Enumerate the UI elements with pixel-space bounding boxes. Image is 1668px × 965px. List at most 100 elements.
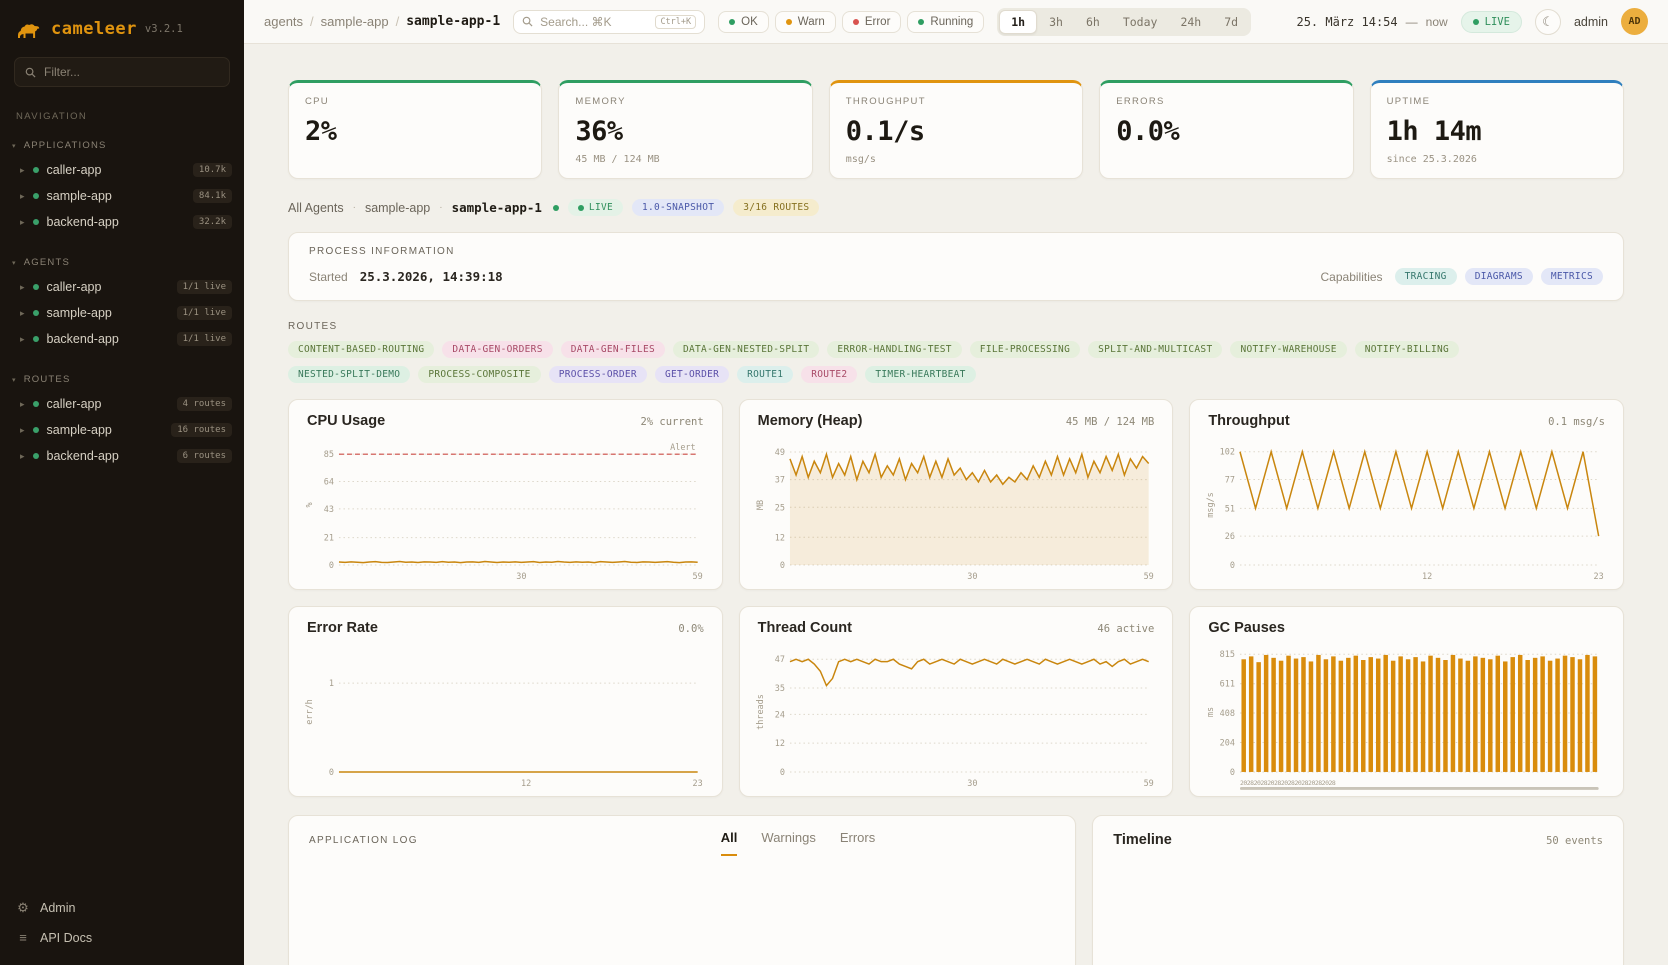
dark-mode-toggle[interactable]: ☾ (1535, 9, 1561, 35)
metric-card-throughput: THROUGHPUT 0.1/s msg/s (829, 80, 1083, 179)
status-filter-error[interactable]: Error (842, 11, 902, 33)
sidebar-filter[interactable] (14, 57, 230, 87)
status-filter-group: OK Warn Error Running (718, 11, 984, 33)
route-pill-split-and-multicast[interactable]: SPLIT-AND-MULTICAST (1088, 341, 1222, 358)
sidebar-item-routes-backend-app[interactable]: ▸ backend-app 6 routes (0, 443, 244, 469)
footer-item-api-docs[interactable]: ≡ API Docs (16, 930, 228, 945)
item-badge: 1/1 live (177, 306, 232, 320)
sidebar-item-routes-sample-app[interactable]: ▸ sample-app 16 routes (0, 417, 244, 443)
content: CPU 2% MEMORY 36% 45 MB / 124 MB THROUGH… (244, 44, 1668, 965)
log-tab-warnings[interactable]: Warnings (761, 830, 815, 856)
avatar[interactable]: AD (1621, 8, 1648, 35)
log-title: APPLICATION LOG (309, 835, 418, 856)
svg-text:47: 47 (774, 655, 784, 665)
route-pill-notify-billing[interactable]: NOTIFY-BILLING (1355, 341, 1459, 358)
topbar: agents/sample-app/sample-app-1 Ctrl+K OK… (244, 0, 1668, 44)
range-button-today[interactable]: Today (1112, 10, 1169, 34)
app-version: v3.2.1 (145, 23, 183, 35)
sidebar-item-agents-backend-app[interactable]: ▸ backend-app 1/1 live (0, 326, 244, 352)
svg-text:0: 0 (780, 561, 785, 571)
global-search[interactable]: Ctrl+K (513, 10, 705, 34)
main-area: agents/sample-app/sample-app-1 Ctrl+K OK… (244, 0, 1668, 965)
route-pill-route2[interactable]: ROUTE2 (801, 366, 857, 383)
sidebar-item-applications-backend-app[interactable]: ▸ backend-app 32.2k (0, 209, 244, 235)
route-pill-data-gen-orders[interactable]: DATA-GEN-ORDERS (442, 341, 552, 358)
range-button-1h[interactable]: 1h (999, 10, 1037, 34)
chevron-right-icon: ▸ (20, 165, 25, 176)
sidebar-section-agents[interactable]: ▾AGENTS (0, 253, 244, 274)
agent-badge-live: LIVE (568, 199, 623, 216)
chevron-right-icon: ▸ (20, 308, 25, 319)
agent-crumb-all-agents[interactable]: All Agents (288, 201, 344, 215)
route-pill-nested-split-demo[interactable]: NESTED-SPLIT-DEMO (288, 366, 410, 383)
item-badge: 6 routes (177, 449, 232, 463)
log-tab-errors[interactable]: Errors (840, 830, 875, 856)
chevron-right-icon: ▸ (20, 425, 25, 436)
route-pill-error-handling-test[interactable]: ERROR-HANDLING-TEST (827, 341, 961, 358)
status-dot-icon (33, 193, 39, 199)
metric-label: ERRORS (1116, 96, 1336, 107)
svg-text:0: 0 (329, 768, 334, 778)
status-filter-warn[interactable]: Warn (775, 11, 836, 33)
caret-down-icon: ▾ (12, 142, 17, 150)
svg-text:77: 77 (1225, 475, 1235, 485)
logo[interactable]: cameleer v3.2.1 (0, 0, 244, 55)
metric-card-uptime: UPTIME 1h 14m since 25.3.2026 (1370, 80, 1624, 179)
sidebar-section-applications[interactable]: ▾APPLICATIONS (0, 136, 244, 157)
svg-text:25: 25 (774, 503, 784, 513)
breadcrumb-item[interactable]: sample-app (321, 14, 389, 29)
footer-label: API Docs (40, 931, 92, 945)
status-filter-ok[interactable]: OK (718, 11, 769, 33)
caret-down-icon: ▾ (12, 259, 17, 267)
log-tab-all[interactable]: All (721, 830, 738, 856)
filter-input[interactable] (44, 65, 219, 79)
svg-text:MB: MB (756, 500, 766, 510)
chart-meta: 0.1 msg/s (1548, 416, 1605, 428)
item-label: sample-app (47, 306, 112, 320)
route-pill-data-gen-nested-split[interactable]: DATA-GEN-NESTED-SPLIT (673, 341, 819, 358)
range-button-24h[interactable]: 24h (1169, 10, 1212, 34)
route-pill-content-based-routing[interactable]: CONTENT-BASED-ROUTING (288, 341, 434, 358)
log-tabs: All Warnings Errors (721, 830, 875, 856)
live-toggle[interactable]: LIVE (1461, 11, 1522, 33)
route-pill-data-gen-files[interactable]: DATA-GEN-FILES (561, 341, 665, 358)
range-button-6h[interactable]: 6h (1075, 10, 1111, 34)
time-range-display[interactable]: 25. März 14:54 — now (1296, 15, 1447, 29)
footer-item-admin[interactable]: ⚙ Admin (16, 900, 228, 916)
search-input[interactable] (540, 15, 648, 29)
breadcrumb-separator: / (396, 14, 400, 29)
route-pill-route1[interactable]: ROUTE1 (737, 366, 793, 383)
sidebar-item-applications-caller-app[interactable]: ▸ caller-app 10.7k (0, 157, 244, 183)
sidebar-item-agents-sample-app[interactable]: ▸ sample-app 1/1 live (0, 300, 244, 326)
svg-text:err/h: err/h (305, 699, 315, 725)
route-pill-get-order[interactable]: GET-ORDER (655, 366, 729, 383)
route-pill-timer-heartbeat[interactable]: TIMER-HEARTBEAT (865, 366, 975, 383)
nav-section-label: NAVIGATION (0, 107, 244, 136)
chart-meta: 45 MB / 124 MB (1066, 416, 1155, 428)
sidebar-section-routes[interactable]: ▾ROUTES (0, 370, 244, 391)
svg-text:408: 408 (1220, 709, 1235, 719)
item-label: sample-app (47, 189, 112, 203)
metric-sub: since 25.3.2026 (1387, 154, 1607, 165)
charts-grid: CPU Usage 2% current021436485%3059Alert … (288, 399, 1624, 797)
user-name: admin (1574, 15, 1608, 29)
route-pill-process-composite[interactable]: PROCESS-COMPOSITE (418, 366, 540, 383)
sidebar-item-agents-caller-app[interactable]: ▸ caller-app 1/1 live (0, 274, 244, 300)
metric-value: 2% (305, 116, 525, 147)
range-button-7d[interactable]: 7d (1213, 10, 1249, 34)
status-filter-running[interactable]: Running (907, 11, 984, 33)
svg-text:2028202820282028202820282028: 2028202820282028202820282028 (1240, 779, 1336, 787)
chart-card-throughput: Throughput 0.1 msg/s0265177102msg/s1223 (1189, 399, 1624, 590)
route-pill-process-order[interactable]: PROCESS-ORDER (549, 366, 647, 383)
sidebar-item-applications-sample-app[interactable]: ▸ sample-app 84.1k (0, 183, 244, 209)
svg-text:30: 30 (967, 779, 977, 789)
status-dot-icon (33, 219, 39, 225)
sidebar-item-routes-caller-app[interactable]: ▸ caller-app 4 routes (0, 391, 244, 417)
breadcrumb-item[interactable]: agents (264, 14, 303, 29)
svg-text:23: 23 (1594, 572, 1604, 582)
route-pill-file-processing[interactable]: FILE-PROCESSING (970, 341, 1080, 358)
svg-text:815: 815 (1220, 650, 1235, 660)
range-button-3h[interactable]: 3h (1038, 10, 1074, 34)
route-pill-notify-warehouse[interactable]: NOTIFY-WAREHOUSE (1230, 341, 1346, 358)
agent-crumb-sample-app[interactable]: sample-app (365, 201, 430, 215)
